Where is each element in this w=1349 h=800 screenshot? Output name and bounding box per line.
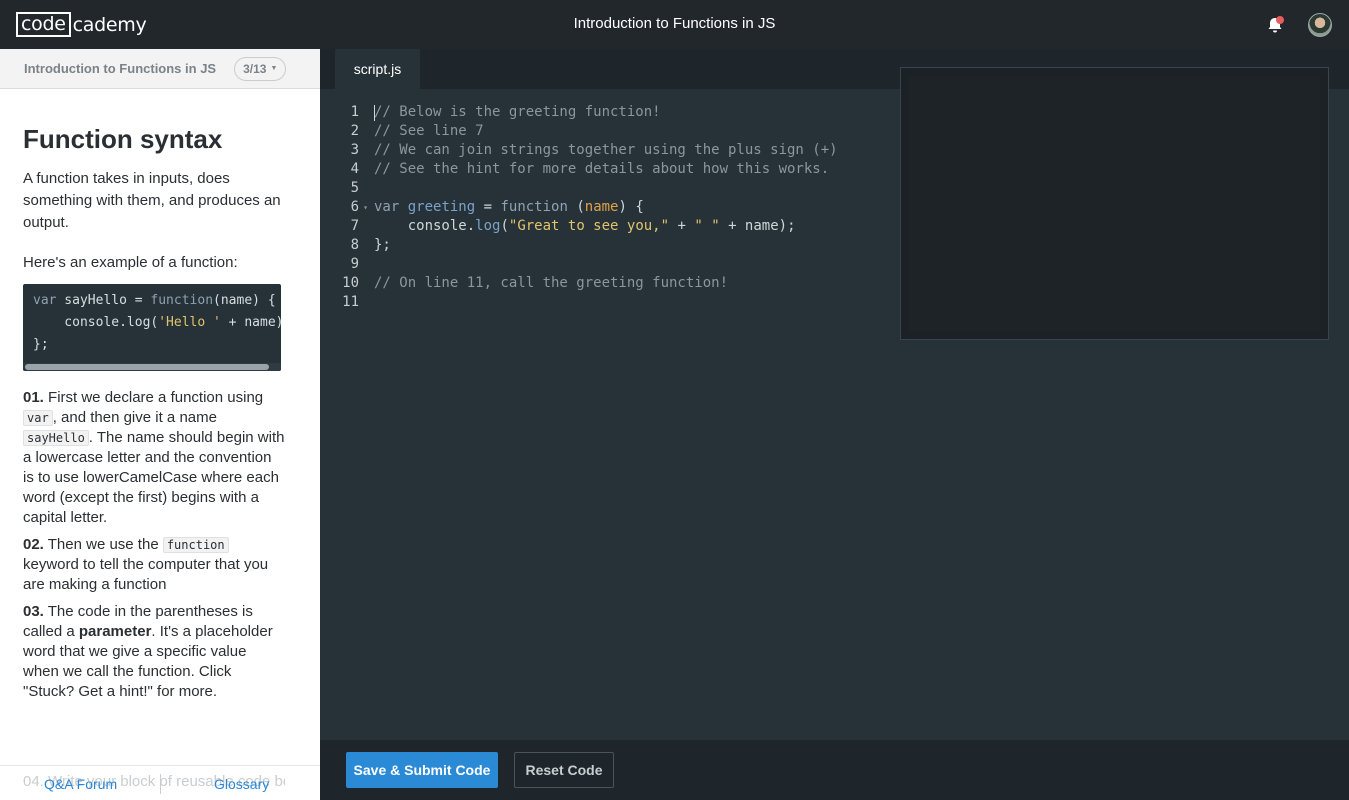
line-number-foldable: 6 ▾: [320, 198, 368, 217]
line-number: 6: [350, 199, 359, 215]
footer-divider: [160, 774, 161, 794]
instruction-step: 02. Then we use the function keyword to …: [23, 535, 285, 595]
line-number: 11: [342, 294, 359, 310]
save-submit-button[interactable]: Save & Submit Code: [346, 752, 498, 788]
lesson-panel: Introduction to Functions in JS 3/13 ▼ F…: [0, 49, 320, 800]
lesson-footer: 04. Write your block of reusable code be…: [0, 765, 320, 800]
line-number: 10: [342, 275, 359, 291]
logo-rest-text: cademy: [72, 13, 147, 36]
codecademy-logo[interactable]: code cademy: [16, 12, 147, 37]
lesson-intro: A function takes in inputs, does somethi…: [23, 170, 281, 231]
inline-code: var: [23, 410, 53, 426]
glossary-link[interactable]: Glossary: [214, 776, 269, 792]
line-number: 8: [350, 237, 359, 253]
lesson-breadcrumb[interactable]: Introduction to Functions in JS: [24, 61, 216, 76]
inline-code: function: [162, 537, 229, 553]
step-number: 03.: [23, 603, 44, 620]
notification-dot-icon: [1276, 16, 1284, 24]
instruction-step: 01. First we declare a function using va…: [23, 388, 285, 528]
line-number: 7: [350, 218, 359, 234]
line-number: 9: [350, 256, 359, 272]
line-number: 3: [350, 142, 359, 158]
step-text: First we declare a function using: [43, 389, 264, 406]
qa-forum-link[interactable]: Q&A Forum: [44, 776, 117, 792]
tab-script-js[interactable]: script.js: [335, 49, 420, 89]
fold-chevron-icon[interactable]: ▾: [363, 198, 368, 217]
progress-label: 3/13: [243, 61, 267, 76]
output-console: [909, 76, 1320, 331]
step-number: 02.: [23, 536, 44, 553]
progress-dropdown[interactable]: 3/13 ▼: [234, 56, 287, 81]
code-content[interactable]: // Below is the greeting function! // Se…: [374, 103, 838, 293]
step-text: , and then give it a name: [52, 409, 217, 426]
snippet-scrollbar[interactable]: [23, 363, 281, 371]
line-number: 2: [350, 123, 359, 139]
example-code-snippet: var sayHello = function(name) { console.…: [23, 284, 281, 371]
step-bold-term: parameter: [78, 623, 152, 640]
scrollbar-thumb[interactable]: [25, 364, 269, 370]
example-intro: Here's an example of a function:: [23, 254, 238, 271]
course-title: Introduction to Functions in JS: [573, 15, 776, 32]
logo-box-text: code: [16, 12, 71, 37]
step-text: Then we use the: [43, 536, 163, 553]
lesson-header: Introduction to Functions in JS 3/13 ▼: [0, 49, 320, 89]
line-number-gutter: 1 2 3 4 5 6 ▾ 7 8 9 10 11: [320, 103, 368, 312]
text-cursor: [374, 105, 375, 121]
lesson-heading: Function syntax: [23, 124, 223, 154]
output-pane: [900, 67, 1329, 340]
step-text: keyword to tell the computer that you ar…: [23, 556, 269, 593]
action-bar: Save & Submit Code Reset Code: [320, 740, 1349, 800]
step-number: 01.: [23, 389, 44, 406]
line-number: 4: [350, 161, 359, 177]
instruction-step: 03. The code in the parentheses is calle…: [23, 602, 285, 702]
reset-code-button[interactable]: Reset Code: [514, 752, 614, 788]
chevron-down-icon: ▼: [270, 65, 278, 72]
lesson-content: Function syntax A function takes in inpu…: [23, 122, 285, 709]
top-navbar: code cademy Introduction to Functions in …: [0, 0, 1349, 49]
line-number: 5: [350, 180, 359, 196]
user-avatar[interactable]: [1308, 13, 1332, 37]
inline-code: sayHello: [23, 430, 89, 446]
line-number: 1: [350, 104, 359, 120]
